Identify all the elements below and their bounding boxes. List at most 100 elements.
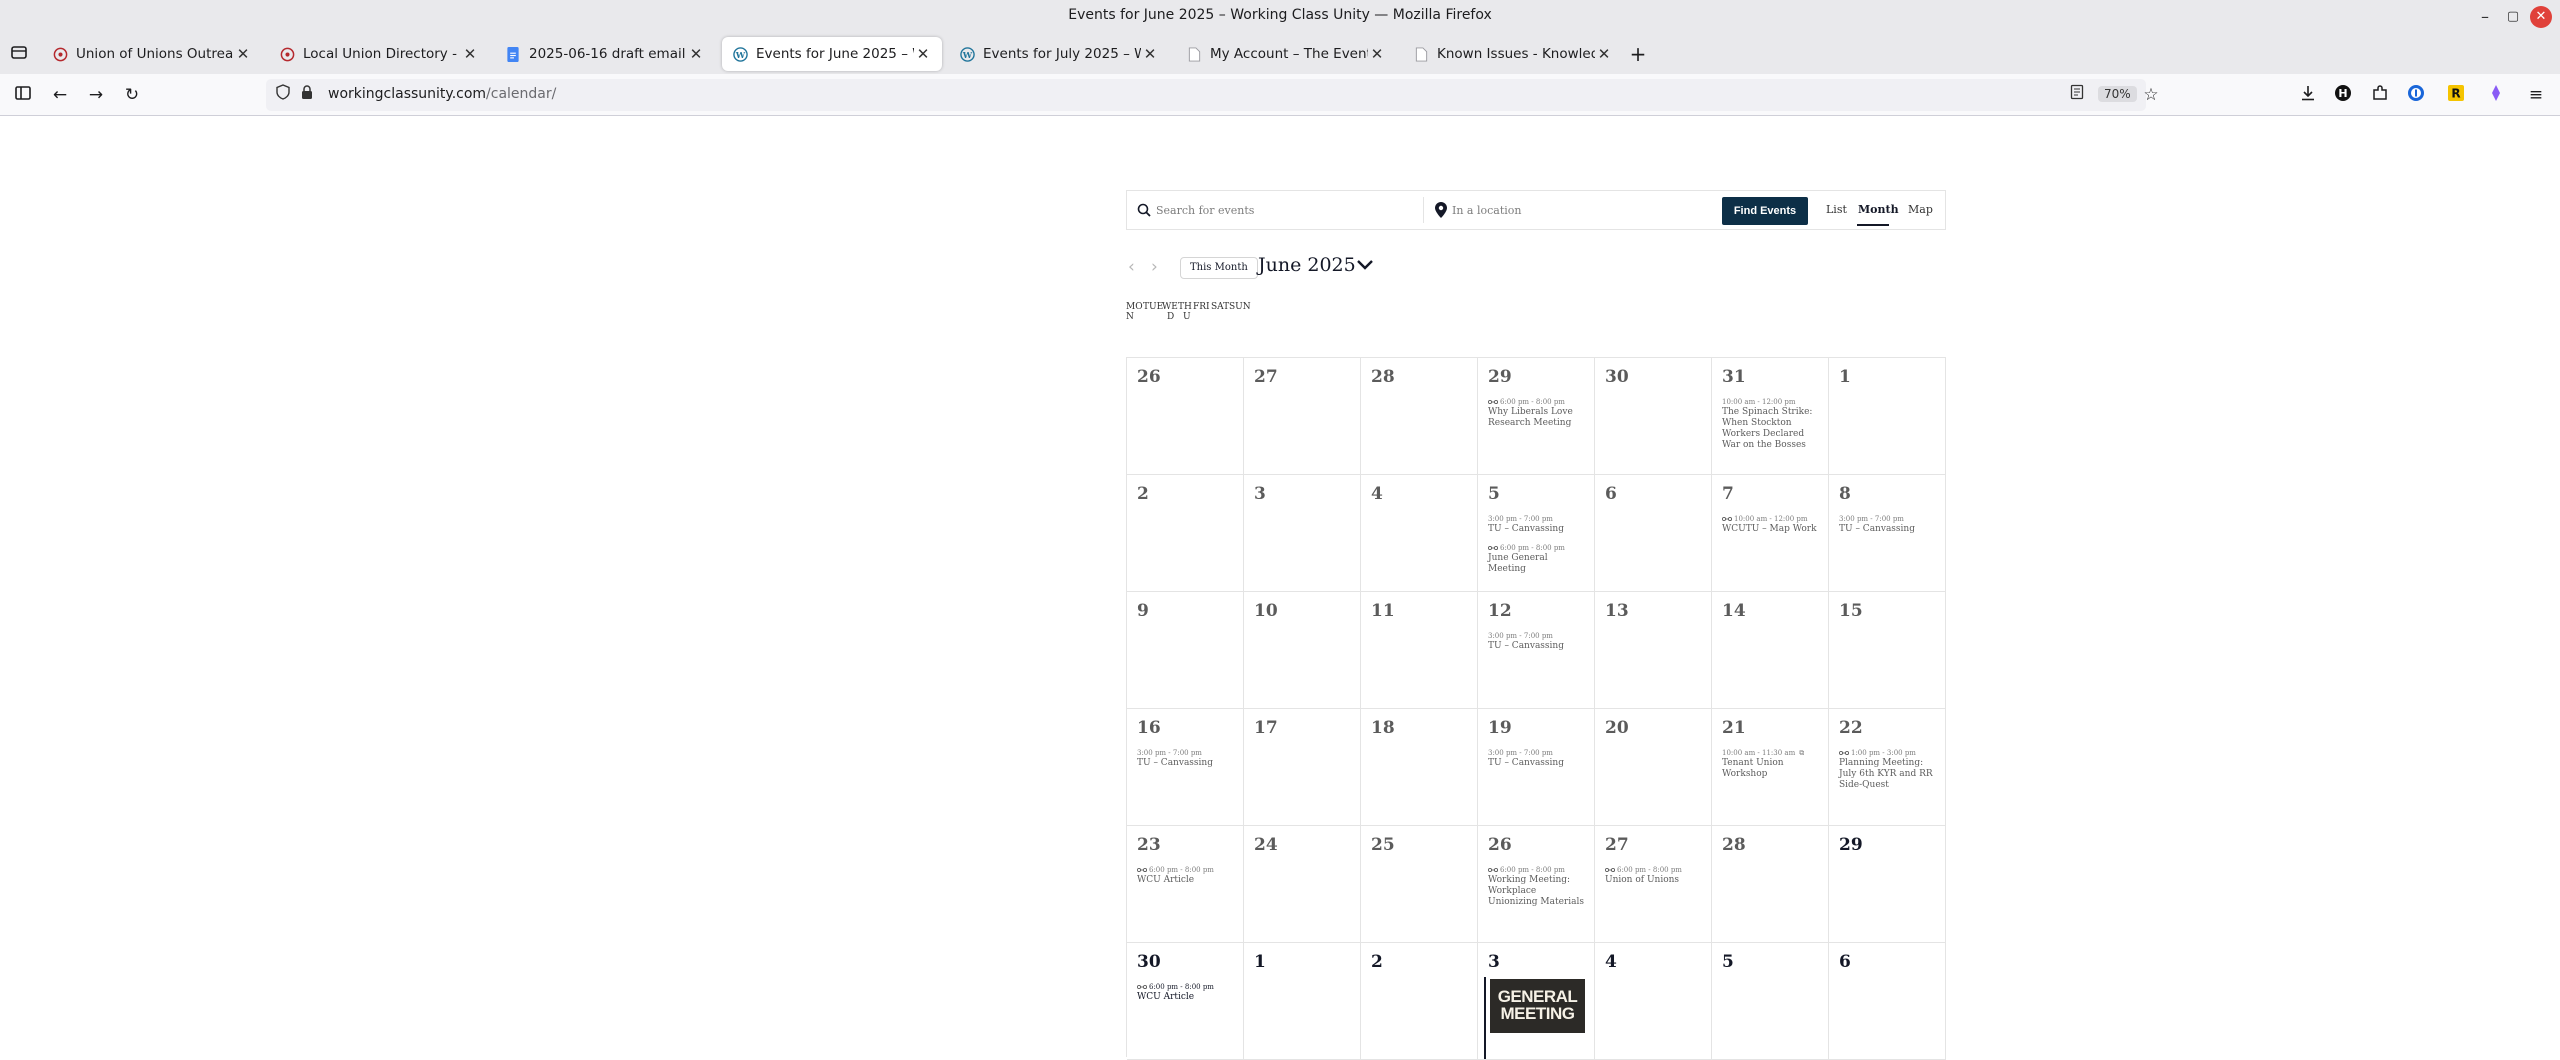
day-number[interactable]: 2 xyxy=(1371,952,1383,972)
event-title[interactable]: TU – Canvassing xyxy=(1137,758,1213,768)
day-number[interactable]: 3 xyxy=(1254,484,1266,504)
calendar-day-cell[interactable]: 6 xyxy=(1829,943,1946,1060)
calendar-day-cell[interactable]: 25 xyxy=(1361,826,1478,943)
calendar-day-cell[interactable]: 5 xyxy=(1712,943,1829,1060)
view-month[interactable]: Month xyxy=(1858,203,1899,216)
calendar-day-cell[interactable]: 9 xyxy=(1127,592,1244,709)
day-number[interactable]: 26 xyxy=(1488,835,1512,855)
event-title[interactable]: TU – Canvassing xyxy=(1839,524,1915,534)
day-number[interactable]: 1 xyxy=(1839,367,1851,387)
calendar-event[interactable]: 3:00 pm - 7:00 pm TU – Canvassing xyxy=(1488,631,1588,652)
lock-icon[interactable] xyxy=(296,84,318,106)
calendar-day-cell[interactable]: 4 xyxy=(1595,943,1712,1060)
day-number[interactable]: 3 xyxy=(1488,952,1500,972)
day-number[interactable]: 13 xyxy=(1605,601,1629,621)
calendar-event[interactable]: 6:00 pm - 8:00 pm Why Liberals Love Resea… xyxy=(1487,397,1588,429)
day-number[interactable]: 19 xyxy=(1488,718,1512,738)
day-number[interactable]: 27 xyxy=(1605,835,1629,855)
day-number[interactable]: 28 xyxy=(1371,367,1395,387)
tab-5[interactable]: W Events for July 2025 – Work✕ xyxy=(949,37,1169,71)
tab-2[interactable]: Local Union Directory - WCU✕ xyxy=(269,37,489,71)
calendar-day-cell[interactable]: 26 6:00 pm - 8:00 pm Working Meeting: Work… xyxy=(1478,826,1595,943)
menu-icon[interactable]: ≡ xyxy=(2525,84,2547,106)
calendar-day-cell[interactable]: 2 xyxy=(1127,475,1244,592)
day-number[interactable]: 30 xyxy=(1137,952,1161,972)
calendar-event[interactable]: 6:00 pm - 8:00 pm Union of Unions xyxy=(1604,865,1705,886)
view-list[interactable]: List xyxy=(1826,203,1847,216)
calendar-event[interactable]: 10:00 am - 12:00 pm WCUTU – Map Work xyxy=(1721,514,1822,535)
calendar-day-cell[interactable]: 20 xyxy=(1595,709,1712,826)
calendar-event[interactable]: 3:00 pm - 7:00 pm TU – Canvassing xyxy=(1839,514,1939,535)
event-title[interactable]: WCUTU – Map Work xyxy=(1722,524,1817,534)
forward-button[interactable]: → xyxy=(85,84,107,106)
calendar-day-cell[interactable]: 16 3:00 pm - 7:00 pm TU – Canvassing xyxy=(1127,709,1244,826)
day-number[interactable]: 29 xyxy=(1488,367,1512,387)
chevron-down-icon[interactable] xyxy=(1356,254,1374,281)
event-title[interactable]: Union of Unions xyxy=(1605,875,1679,885)
day-number[interactable]: 6 xyxy=(1605,484,1617,504)
calendar-day-cell[interactable]: 28 xyxy=(1712,826,1829,943)
calendar-day-cell[interactable]: 27 6:00 pm - 8:00 pm Union of Unions xyxy=(1595,826,1712,943)
extensions-icon[interactable] xyxy=(2369,84,2391,106)
calendar-event[interactable]: 10:00 am - 12:00 pm The Spinach Strike: W… xyxy=(1722,397,1822,451)
day-number[interactable]: 26 xyxy=(1137,367,1161,387)
event-title[interactable]: The Spinach Strike: When Stockton Worker… xyxy=(1722,407,1812,450)
location-input[interactable]: In a location xyxy=(1435,191,1695,229)
day-number[interactable]: 30 xyxy=(1605,367,1629,387)
calendar-day-cell[interactable]: 14 xyxy=(1712,592,1829,709)
day-number[interactable]: 8 xyxy=(1839,484,1851,504)
calendar-day-cell[interactable]: 26 xyxy=(1127,358,1244,475)
next-month-icon[interactable]: › xyxy=(1151,257,1158,277)
calendar-day-cell[interactable]: 2 xyxy=(1361,943,1478,1060)
calendar-day-cell[interactable]: 29 xyxy=(1829,826,1946,943)
day-number[interactable]: 23 xyxy=(1137,835,1161,855)
day-number[interactable]: 7 xyxy=(1722,484,1734,504)
calendar-day-cell[interactable]: 10 xyxy=(1244,592,1361,709)
url-bar[interactable]: workingclassunity.com/calendar/ 70% ☆ xyxy=(266,79,2159,111)
calendar-event[interactable]: 3:00 pm - 7:00 pm TU – Canvassing xyxy=(1488,514,1588,535)
downloads-icon[interactable] xyxy=(2297,84,2319,106)
reader-extension-icon[interactable]: R xyxy=(2445,84,2467,106)
calendar-day-cell[interactable]: 30 6:00 pm - 8:00 pm WCU Article xyxy=(1127,943,1244,1060)
calendar-day-cell[interactable]: 6 xyxy=(1595,475,1712,592)
calendar-event[interactable]: 1:00 pm - 3:00 pm Planning Meeting: July … xyxy=(1838,748,1939,791)
event-title[interactable]: TU – Canvassing xyxy=(1488,524,1564,534)
day-number[interactable]: 15 xyxy=(1839,601,1863,621)
calendar-day-cell[interactable]: 19 3:00 pm - 7:00 pm TU – Canvassing xyxy=(1478,709,1595,826)
zoom-level[interactable]: 70% xyxy=(2098,86,2137,102)
tab-close-icon[interactable]: ✕ xyxy=(1368,45,1386,63)
tab-7[interactable]: Known Issues - Knowledgeb✕ xyxy=(1403,37,1623,71)
day-number[interactable]: 27 xyxy=(1254,367,1278,387)
day-number[interactable]: 1 xyxy=(1254,952,1266,972)
calendar-day-cell[interactable]: 13 xyxy=(1595,592,1712,709)
day-number[interactable]: 20 xyxy=(1605,718,1629,738)
day-number[interactable]: 2 xyxy=(1137,484,1149,504)
day-number[interactable]: 5 xyxy=(1488,484,1500,504)
calendar-day-cell[interactable]: 23 6:00 pm - 8:00 pm WCU Article xyxy=(1127,826,1244,943)
event-title[interactable]: Why Liberals Love Research Meeting xyxy=(1488,407,1573,428)
reader-view-icon[interactable] xyxy=(2066,84,2088,106)
calendar-day-cell[interactable]: 21 10:00 am - 11:30 am ⧉ Tenant Union Works… xyxy=(1712,709,1829,826)
tab-4[interactable]: W Events for June 2025 – Work✕ xyxy=(722,37,942,71)
event-title[interactable]: Planning Meeting: July 6th KYR and RR Si… xyxy=(1839,758,1933,790)
day-number[interactable]: 10 xyxy=(1254,601,1278,621)
find-events-button[interactable]: Find Events xyxy=(1722,197,1808,225)
calendar-day-cell[interactable]: 24 xyxy=(1244,826,1361,943)
close-window-button[interactable]: ✕ xyxy=(2530,6,2552,28)
calendar-day-cell[interactable]: 18 xyxy=(1361,709,1478,826)
event-title[interactable]: WCU Article xyxy=(1137,992,1194,1002)
calendar-event[interactable]: 6:00 pm - 8:00 pm Working Meeting: Workpl… xyxy=(1487,865,1588,908)
calendar-day-cell[interactable]: 7 10:00 am - 12:00 pm WCUTU – Map Work xyxy=(1712,475,1829,592)
sidebar-toggle-icon[interactable] xyxy=(12,84,34,106)
back-button[interactable]: ← xyxy=(49,84,71,106)
calendar-day-cell[interactable]: 3 xyxy=(1244,475,1361,592)
tab-3[interactable]: 2025-06-16 draft email for u✕ xyxy=(495,37,715,71)
day-number[interactable]: 12 xyxy=(1488,601,1512,621)
calendar-day-cell[interactable]: 5 3:00 pm - 7:00 pm TU – Canvassing 6:00 pm… xyxy=(1478,475,1595,592)
this-month-button[interactable]: This Month xyxy=(1180,257,1258,279)
calendar-day-cell[interactable]: 22 1:00 pm - 3:00 pm Planning Meeting: Jul… xyxy=(1829,709,1946,826)
tab-close-icon[interactable]: ✕ xyxy=(914,45,932,63)
day-number[interactable]: 5 xyxy=(1722,952,1734,972)
day-number[interactable]: 18 xyxy=(1371,718,1395,738)
event-title[interactable]: June General Meeting xyxy=(1488,553,1548,574)
